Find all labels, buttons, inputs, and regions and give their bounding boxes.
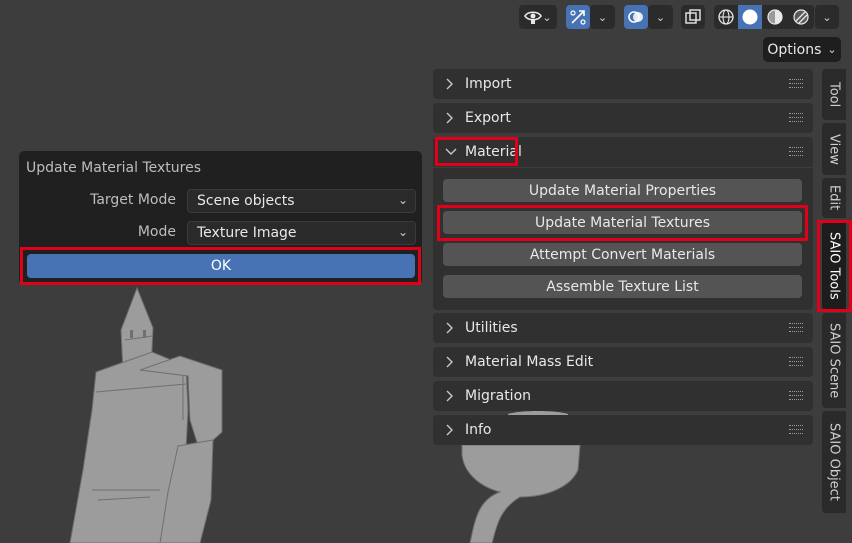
shading-material-button[interactable] (762, 5, 788, 29)
drag-handle-icon[interactable] (789, 79, 803, 88)
mode-value: Texture Image (197, 225, 297, 241)
drag-handle-icon[interactable] (789, 147, 803, 156)
target-mode-value: Scene objects (197, 193, 295, 209)
panel-title: Material (465, 144, 522, 160)
tab-edit[interactable]: Edit (822, 178, 846, 218)
options-label: Options (767, 41, 822, 58)
panel-title: Export (465, 110, 511, 126)
chevron-right-icon (445, 356, 457, 368)
options-button[interactable]: Options ⌄ (763, 37, 841, 62)
tab-tool[interactable]: Tool (822, 69, 846, 120)
tab-label: SAIO Tools (826, 232, 842, 300)
tab-label: SAIO Object (826, 423, 842, 501)
shading-wireframe-button[interactable] (714, 5, 738, 29)
chevron-down-icon (445, 148, 457, 156)
overlay-dropdown[interactable]: ⌄ (648, 5, 673, 29)
button-label: Update Material Textures (534, 214, 711, 231)
drag-handle-icon[interactable] (789, 357, 803, 366)
panel-export[interactable]: Export (433, 103, 813, 133)
overlay-icon (628, 11, 643, 23)
tab-saio-scene[interactable]: SAIO Scene (822, 313, 846, 408)
chevron-right-icon (445, 112, 457, 124)
tab-saio-object[interactable]: SAIO Object (822, 411, 846, 513)
rendered-sphere-icon (793, 9, 809, 25)
mode-dropdown[interactable]: Texture Image ⌄ (187, 221, 416, 245)
chevron-down-icon: ⌄ (655, 10, 666, 24)
chevron-right-icon (445, 424, 457, 436)
panel-utilities[interactable]: Utilities (433, 313, 813, 343)
shading-dropdown[interactable]: ⌄ (815, 5, 839, 29)
gizmo-toggle-button[interactable] (566, 5, 590, 29)
solid-sphere-icon (742, 9, 758, 25)
target-mode-label: Target Mode (90, 192, 176, 208)
drag-handle-icon[interactable] (789, 113, 803, 122)
redo-panel-title: Update Material Textures (26, 160, 202, 176)
ok-button[interactable]: OK (27, 254, 415, 278)
tab-label: SAIO Scene (826, 322, 842, 399)
xray-icon (685, 9, 701, 24)
shading-rendered-button[interactable] (788, 5, 814, 29)
ok-label: OK (210, 258, 232, 274)
assemble-texture-list-button[interactable]: Assemble Texture List (443, 275, 802, 298)
chevron-right-icon (445, 78, 457, 90)
xray-toggle-button[interactable] (681, 5, 705, 29)
attempt-convert-materials-button[interactable]: Attempt Convert Materials (443, 243, 802, 266)
material-sphere-icon (767, 9, 783, 25)
wireframe-sphere-icon (718, 9, 734, 25)
update-material-textures-button[interactable]: Update Material Textures (443, 211, 802, 234)
panel-material-mass-edit[interactable]: Material Mass Edit (433, 347, 813, 377)
button-label: Update Material Properties (528, 182, 717, 199)
panel-migration[interactable]: Migration (433, 381, 813, 411)
drag-handle-icon[interactable] (789, 425, 803, 434)
tab-label: Edit (826, 185, 842, 211)
tab-label: View (826, 133, 842, 165)
shading-solid-button[interactable] (738, 5, 762, 29)
overlay-toggle-button[interactable] (624, 5, 648, 29)
chevron-right-icon (445, 390, 457, 402)
chevron-down-icon: ⌄ (597, 10, 608, 24)
panel-title: Migration (465, 388, 532, 404)
panel-title: Import (465, 76, 512, 92)
chevron-down-icon: ⌄ (397, 225, 408, 239)
update-material-properties-button[interactable]: Update Material Properties (443, 179, 802, 202)
chevron-down-icon: ⌄ (827, 43, 837, 56)
chevron-right-icon (445, 322, 457, 334)
panel-title: Material Mass Edit (465, 354, 594, 370)
tab-label: Tool (826, 81, 842, 108)
chevron-down-icon: ⌄ (397, 193, 408, 207)
button-label: Assemble Texture List (546, 278, 699, 295)
panel-info[interactable]: Info (433, 415, 813, 445)
button-label: Attempt Convert Materials (529, 246, 716, 263)
panel-material[interactable]: Material (433, 137, 813, 167)
tab-view[interactable]: View (822, 123, 846, 175)
visibility-dropdown[interactable]: ⌄ (519, 5, 557, 29)
mode-label: Mode (137, 224, 176, 240)
panel-import[interactable]: Import (433, 69, 813, 99)
gizmo-dropdown[interactable]: ⌄ (590, 5, 615, 29)
chevron-down-icon: ⌄ (542, 10, 552, 24)
panel-title: Info (465, 422, 492, 438)
drag-handle-icon[interactable] (789, 323, 803, 332)
panel-title: Utilities (465, 320, 518, 336)
drag-handle-icon[interactable] (789, 391, 803, 400)
eye-icon (524, 11, 543, 24)
tab-saio-tools[interactable]: SAIO Tools (822, 222, 846, 310)
chevron-down-icon: ⌄ (822, 10, 832, 24)
target-mode-dropdown[interactable]: Scene objects ⌄ (187, 189, 416, 213)
gizmo-icon (570, 10, 586, 25)
